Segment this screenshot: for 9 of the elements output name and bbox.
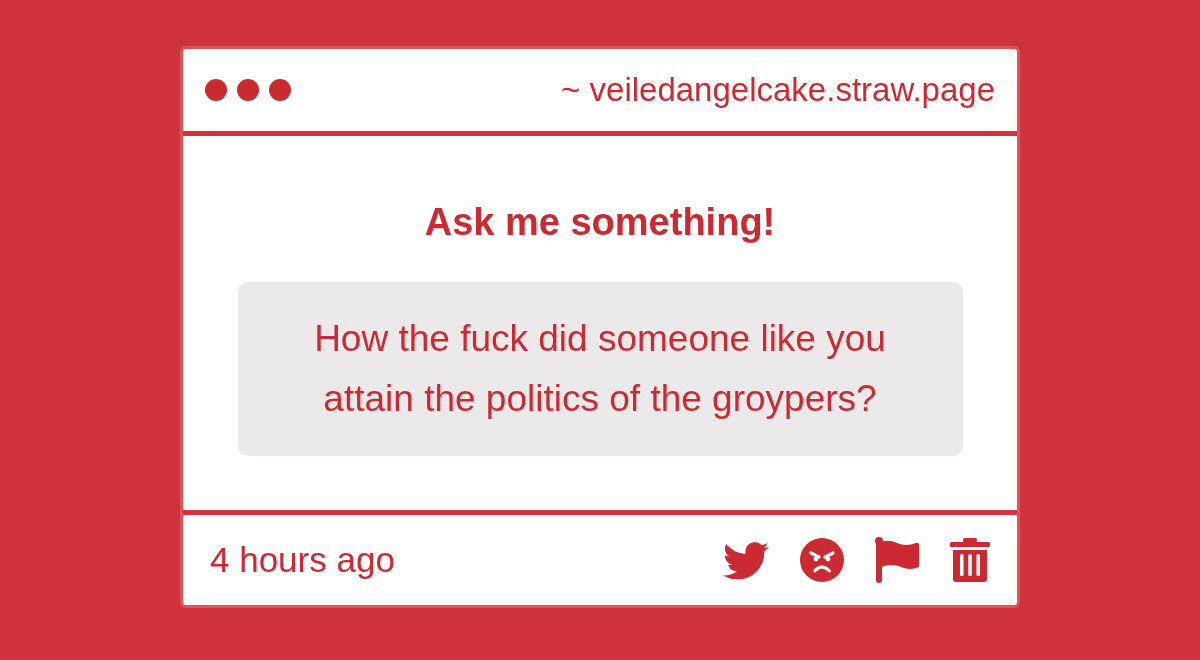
question-text: How the fuck did someone like you attain the politics of the groypers?: [313, 317, 887, 421]
window-dots-icon: [205, 79, 291, 101]
page-heading: Ask me something!: [424, 200, 776, 244]
timestamp: 4 hours ago: [210, 540, 395, 580]
page-address: ~ veiledangelcake.straw.page: [561, 71, 995, 109]
bird-icon[interactable]: [723, 541, 769, 579]
angry-face-icon[interactable]: [800, 538, 844, 582]
trash-icon[interactable]: [950, 538, 990, 582]
flag-icon[interactable]: [875, 537, 919, 583]
